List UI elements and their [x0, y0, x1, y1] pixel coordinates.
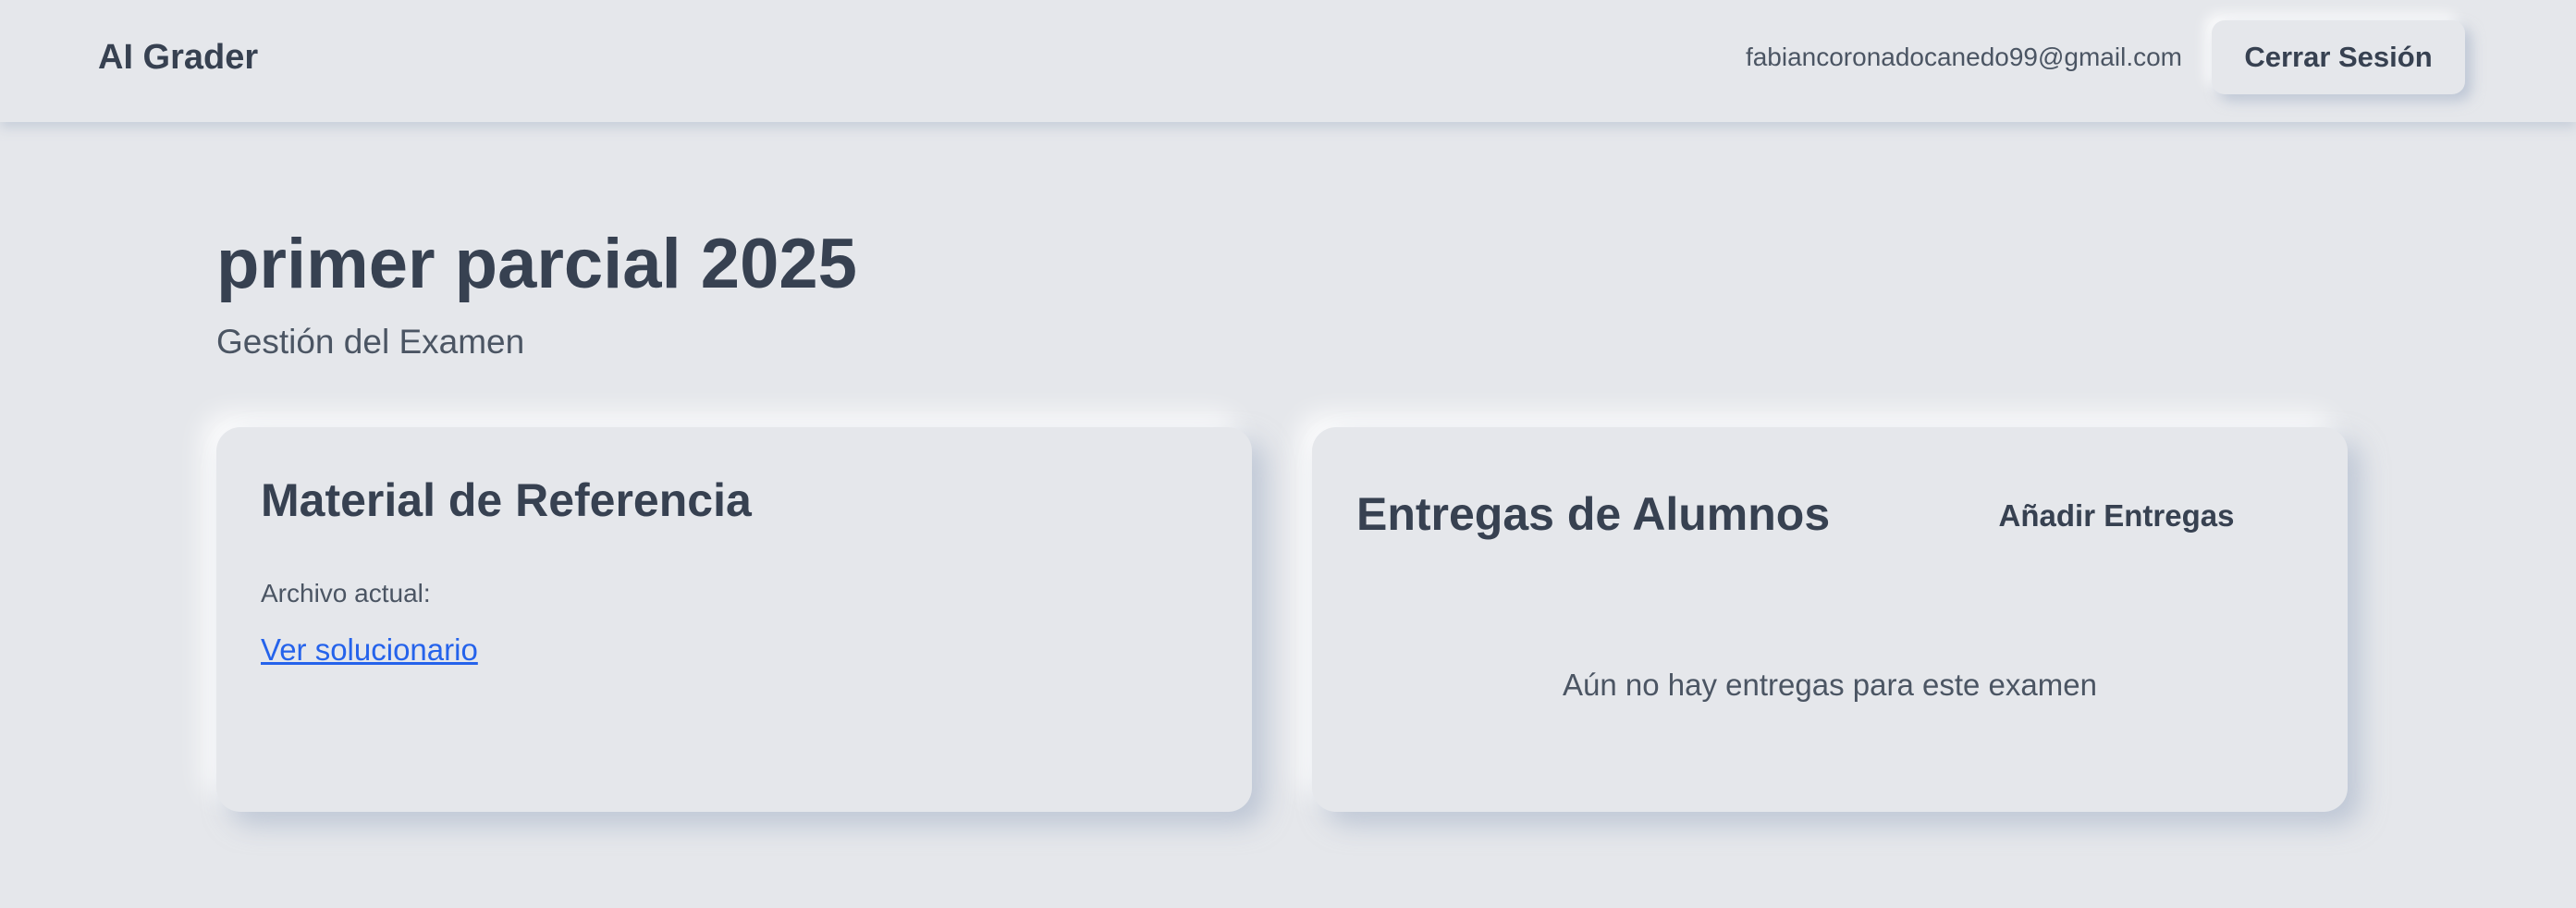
- view-solution-link[interactable]: Ver solucionario: [261, 631, 478, 669]
- current-file-label: Archivo actual:: [261, 579, 431, 607]
- submissions-card-title: Entregas de Alumnos: [1356, 488, 1831, 540]
- reference-card-title: Material de Referencia: [261, 474, 752, 526]
- empty-submissions-message: Aún no hay entregas para este examen: [1563, 668, 2097, 702]
- page-title: primer parcial 2025: [216, 225, 857, 303]
- student-submissions-card: Entregas de Alumnos Añadir Entregas Aún …: [1312, 427, 2348, 812]
- page-subtitle: Gestión del Examen: [216, 323, 525, 361]
- reference-material-card: Material de Referencia Archivo actual: V…: [216, 427, 1252, 812]
- logout-button[interactable]: Cerrar Sesión: [2212, 20, 2465, 94]
- top-navbar: AI Grader fabiancoronadocanedo99@gmail.c…: [0, 0, 2576, 122]
- add-submissions-button[interactable]: Añadir Entregas: [1978, 488, 2255, 544]
- app-brand[interactable]: AI Grader: [98, 35, 258, 80]
- user-email: fabiancoronadocanedo99@gmail.com: [1745, 43, 2182, 71]
